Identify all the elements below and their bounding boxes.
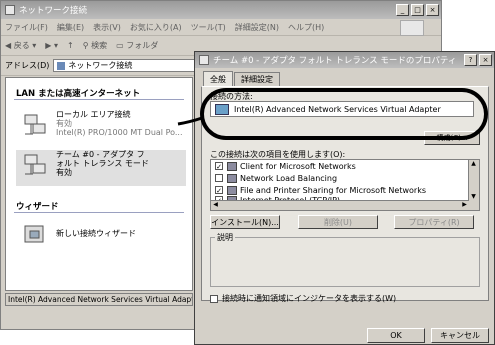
ok-button[interactable]: OK bbox=[367, 328, 425, 343]
connections-pane: LAN または高速インターネット ローカル エリア接続 有効 Intel(R) … bbox=[5, 77, 193, 291]
cancel-button[interactable]: キャンセル bbox=[431, 328, 489, 343]
dialog-title: チーム #0 - アダプタ フォルト トレランス モードのプロパティ bbox=[213, 56, 457, 66]
minimize-button[interactable]: _ bbox=[396, 4, 409, 16]
address-value: ネットワーク接続 bbox=[68, 61, 133, 70]
close-button[interactable]: × bbox=[426, 4, 439, 16]
connection-item-team[interactable]: チーム #0 - アダプタ フォルト トレランス モード 有効 bbox=[16, 150, 186, 186]
scroll-up-arrow-icon[interactable]: ▲ bbox=[469, 160, 478, 168]
list-item[interactable]: Network Load Balancing bbox=[211, 172, 479, 184]
vertical-scrollbar[interactable]: ▲ ▼ bbox=[468, 160, 479, 210]
back-arrow-icon: ◀ bbox=[5, 41, 14, 50]
component-checkbox[interactable]: ✓ bbox=[215, 162, 223, 171]
status-bar: Intel(R) Advanced Network Services Virtu… bbox=[5, 293, 193, 306]
new-connection-wizard-item[interactable]: 新しい接続ウィザード bbox=[16, 220, 186, 250]
section-divider bbox=[14, 99, 184, 100]
scroll-down-arrow-icon[interactable]: ▼ bbox=[469, 193, 478, 201]
menu-help[interactable]: ヘルプ(H) bbox=[288, 22, 324, 33]
section-lan-heading: LAN または高速インターネット bbox=[16, 89, 141, 99]
components-list[interactable]: ✓ Client for Microsoft Networks Network … bbox=[210, 159, 480, 211]
forward-button[interactable]: ▶ ▾ bbox=[45, 41, 58, 50]
notify-label: 接続時に通知領域にインジケータを表示する(W) bbox=[222, 294, 397, 303]
search-label: 検索 bbox=[91, 41, 108, 50]
section-wizard-heading: ウィザード bbox=[16, 202, 59, 212]
explorer-title-bar[interactable]: ネットワーク接続 _ □ × bbox=[1, 1, 441, 19]
folders-button[interactable]: ▭ フォルダ bbox=[116, 40, 158, 51]
menu-file[interactable]: ファイル(F) bbox=[5, 22, 48, 33]
description-group: 説明 bbox=[210, 232, 480, 287]
window-icon bbox=[5, 5, 15, 15]
search-icon: ⚲ bbox=[82, 41, 92, 50]
dialog-network-icon bbox=[199, 55, 209, 65]
dialog-close-button[interactable]: × bbox=[479, 54, 492, 66]
description-label: 説明 bbox=[215, 232, 235, 243]
install-button[interactable]: インストール(N)... bbox=[210, 215, 280, 229]
forward-arrow-icon: ▶ bbox=[45, 41, 52, 50]
section-divider bbox=[14, 212, 184, 213]
component-label: Network Load Balancing bbox=[240, 173, 338, 183]
dialog-title-bar[interactable]: チーム #0 - アダプタ フォルト トレランス モードのプロパティ ? × bbox=[195, 52, 494, 68]
connection-name: チーム #0 - アダプタ フォルト トレランス モード bbox=[56, 150, 149, 168]
component-checkbox[interactable] bbox=[215, 174, 223, 182]
menu-advanced[interactable]: 詳細設定(N) bbox=[235, 22, 279, 33]
network-connection-icon bbox=[24, 154, 46, 175]
tab-strip: 全般 詳細設定 bbox=[203, 71, 281, 87]
maximize-button[interactable]: □ bbox=[411, 4, 424, 16]
tab-general[interactable]: 全般 bbox=[203, 71, 233, 86]
address-label: アドレス(D) bbox=[5, 61, 50, 70]
folders-label: フォルダ bbox=[126, 41, 159, 50]
connection-status: 有効 bbox=[56, 168, 72, 177]
notify-checkbox[interactable] bbox=[210, 294, 218, 303]
properties-button[interactable]: プロパティ(R) bbox=[394, 215, 474, 229]
folder-icon: ▭ bbox=[116, 41, 127, 50]
address-input[interactable]: ネットワーク接続 bbox=[53, 59, 204, 72]
menu-tools[interactable]: ツール(T) bbox=[191, 22, 226, 33]
team-properties-dialog: チーム #0 - アダプタ フォルト トレランス モードのプロパティ ? × 全… bbox=[194, 51, 495, 345]
general-tab-panel: 接続の方法: Intel(R) Advanced Network Service… bbox=[201, 86, 489, 304]
adapter-name: Intel(R) Advanced Network Services Virtu… bbox=[234, 104, 441, 114]
help-button[interactable]: ? bbox=[464, 54, 477, 66]
list-item[interactable]: ✓ File and Printer Sharing for Microsoft… bbox=[211, 184, 479, 196]
network-folder-icon bbox=[57, 61, 66, 70]
windows-logo-icon bbox=[400, 20, 424, 36]
tab-advanced[interactable]: 詳細設定 bbox=[234, 72, 280, 87]
connection-name: ローカル エリア接続 bbox=[56, 110, 131, 119]
configure-button[interactable]: 構成(C)... bbox=[424, 131, 480, 145]
menu-edit[interactable]: 編集(E) bbox=[57, 22, 84, 33]
uninstall-button[interactable]: 削除(U) bbox=[298, 215, 378, 229]
notify-option[interactable]: 接続時に通知領域にインジケータを表示する(W) bbox=[210, 293, 396, 304]
search-button[interactable]: ⚲ 検索 bbox=[83, 40, 107, 51]
connection-device: Intel(R) PRO/1000 MT Dual Po... bbox=[56, 128, 183, 137]
component-label: File and Printer Sharing for Microsoft N… bbox=[240, 185, 426, 195]
explorer-title: ネットワーク接続 bbox=[19, 6, 88, 16]
connection-item-local-area[interactable]: ローカル エリア接続 有効 Intel(R) PRO/1000 MT Dual … bbox=[16, 110, 186, 140]
up-folder-icon: ↑ bbox=[66, 41, 74, 50]
horizontal-scrollbar[interactable]: ◀ ▶ bbox=[211, 200, 469, 210]
component-label: Client for Microsoft Networks bbox=[240, 161, 356, 171]
menu-view[interactable]: 表示(V) bbox=[93, 22, 121, 33]
adapter-field: Intel(R) Advanced Network Services Virtu… bbox=[210, 101, 474, 117]
component-checkbox[interactable]: ✓ bbox=[215, 186, 223, 195]
scroll-right-arrow-icon[interactable]: ▶ bbox=[460, 201, 469, 209]
menu-bar: ファイル(F) 編集(E) 表示(V) お気に入り(A) ツール(T) 詳細設定… bbox=[1, 19, 441, 36]
service-icon bbox=[227, 185, 237, 195]
up-folder-button[interactable]: ↑ bbox=[67, 41, 74, 50]
list-item[interactable]: ✓ Client for Microsoft Networks bbox=[211, 160, 479, 172]
wizard-label: 新しい接続ウィザード bbox=[56, 229, 136, 238]
back-button[interactable]: ◀ 戻る ▾ bbox=[5, 40, 36, 51]
network-connection-icon bbox=[24, 114, 46, 135]
service-icon bbox=[227, 173, 237, 183]
scroll-left-arrow-icon[interactable]: ◀ bbox=[211, 201, 220, 209]
client-icon bbox=[227, 161, 237, 171]
back-label: 戻る bbox=[13, 41, 30, 50]
connection-status: 有効 bbox=[56, 119, 72, 128]
menu-favorites[interactable]: お気に入り(A) bbox=[130, 22, 182, 33]
wizard-icon bbox=[24, 225, 44, 243]
network-adapter-icon bbox=[215, 103, 229, 115]
